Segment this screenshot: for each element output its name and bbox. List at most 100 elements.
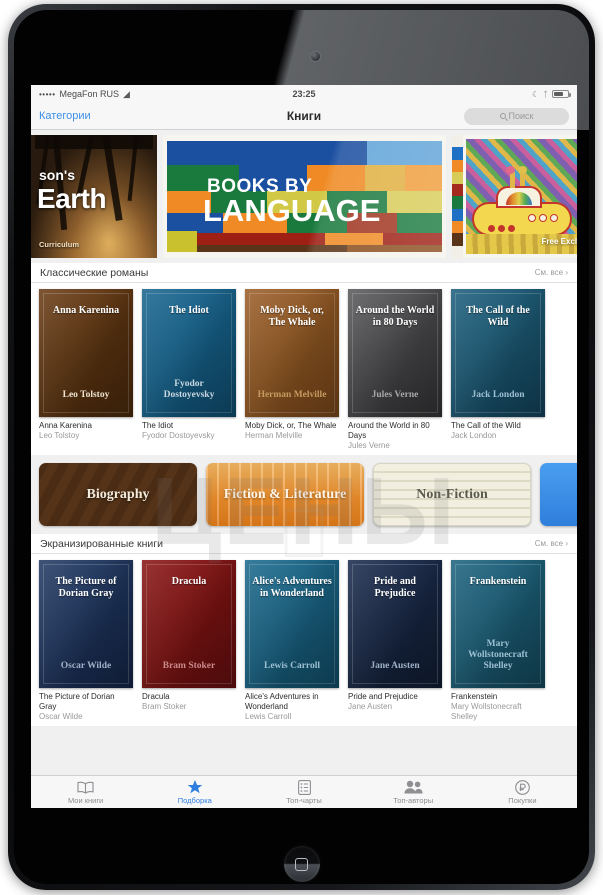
back-button-categories[interactable]: Категории — [39, 110, 91, 122]
open-book-icon — [77, 780, 94, 795]
section-film-adapted-books: Экранизированные книги См. все › The Pic… — [31, 534, 577, 726]
ruble-circle-icon — [515, 779, 530, 795]
home-button-square-icon — [295, 857, 308, 871]
book-author: Leo Tolstoy — [39, 431, 80, 440]
section-classic-novels: Классические романы См. все › Anna Karen… — [31, 263, 577, 455]
book-cover[interactable]: Alice's Adventures in Wonderland Lewis C… — [245, 560, 339, 688]
home-button[interactable] — [283, 846, 320, 882]
book-item[interactable]: Dracula Bram Stoker Dracula Bram Stoker — [142, 560, 236, 722]
cover-title: Around the World in 80 Days — [355, 305, 435, 328]
cover-author: Mary Wollstonecraft Shelley — [468, 639, 528, 672]
banner-submarine-frame: Free Exclu — [452, 135, 577, 258]
book-cover[interactable]: The Call of the Wild Jack London — [451, 289, 545, 417]
category-fiction-literature[interactable]: Fiction & Literature — [206, 463, 364, 526]
category-biography[interactable]: Biography — [39, 463, 197, 526]
banner-submarine-caption: Free Exclu — [541, 237, 577, 246]
category-non-fiction[interactable]: Non-Fiction — [373, 463, 531, 526]
book-item[interactable]: Pride and Prejudice Jane Austen Pride an… — [348, 560, 442, 722]
tab-label: Покупки — [508, 795, 537, 805]
book-title: Alice's Adventures in Wonderland — [245, 692, 319, 711]
book-item[interactable]: Alice's Adventures in Wonderland Lewis C… — [245, 560, 339, 722]
cover-author: Lewis Carroll — [263, 661, 321, 672]
book-author: Jack London — [451, 431, 497, 440]
book-author: Jules Verne — [348, 441, 390, 450]
cover-title: Moby Dick, or, The Whale — [260, 305, 324, 328]
see-all-link[interactable]: См. все › — [535, 268, 568, 277]
banner-books-by-language[interactable]: BOOKS BY LANGUAGE — [163, 135, 446, 258]
banner-earth-line3: Curriculum — [39, 240, 80, 249]
banner-earth-line1: son's — [39, 167, 76, 183]
book-cover[interactable]: Moby Dick, or, The Whale Herman Melville — [245, 289, 339, 417]
carrier-label: MegaFon RUS — [59, 89, 120, 99]
category-label: Biography — [86, 486, 150, 502]
cover-author: Oscar Wilde — [60, 661, 112, 672]
tab-bar[interactable]: Мои книги Подборка Топ-чарты Топ-авторы … — [31, 775, 577, 808]
section-title: Экранизированные книги — [40, 537, 163, 550]
clock-label: 23:25 — [292, 89, 316, 99]
book-cover[interactable]: Anna Karenina Leo Tolstoy — [39, 289, 133, 417]
book-cover[interactable]: The Idiot Fyodor Dostoyevsky — [142, 289, 236, 417]
cover-author: Fyodor Dostoyevsky — [163, 379, 215, 401]
category-banner-row[interactable]: Biography Fiction & Literature Non-Ficti… — [31, 455, 577, 534]
wifi-icon: ◢ — [123, 88, 130, 99]
status-bar-left: ••••• MegaFon RUS ◢ — [39, 89, 130, 100]
book-cover[interactable]: Dracula Bram Stoker — [142, 560, 236, 688]
cover-author: Bram Stoker — [162, 661, 216, 672]
book-title: Anna Karenina — [39, 421, 92, 430]
book-author: Oscar Wilde — [39, 712, 83, 721]
tab-purchases[interactable]: Покупки — [468, 776, 577, 808]
book-item[interactable]: Anna Karenina Leo Tolstoy Anna Karenina … — [39, 289, 133, 451]
featured-banner-carousel[interactable]: son's Earth Curriculum BOOKS BY LANGUAGE… — [31, 130, 577, 263]
section-title: Классические романы — [40, 266, 149, 279]
banner-yellow-submarine[interactable]: Free Exclu — [452, 135, 577, 258]
book-item[interactable]: Frankenstein Mary Wollstonecraft Shelley… — [451, 560, 545, 722]
tab-top-authors[interactable]: Топ-авторы — [359, 776, 468, 808]
search-input[interactable]: Поиск — [464, 107, 569, 125]
navigation-bar: Категории Книги Поиск — [31, 103, 577, 130]
banner-language-frame: BOOKS BY LANGUAGE — [163, 135, 446, 258]
content-scroll-area[interactable]: son's Earth Curriculum BOOKS BY LANGUAGE… — [31, 130, 577, 775]
book-title: Pride and Prejudice — [348, 692, 418, 701]
book-cover[interactable]: Pride and Prejudice Jane Austen — [348, 560, 442, 688]
book-title: Around the World in 80 Days — [348, 421, 430, 440]
book-item[interactable]: The Call of the Wild Jack London The Cal… — [451, 289, 545, 451]
people-icon — [404, 780, 423, 795]
category-label: Fiction & Literature — [223, 486, 347, 502]
section-header: Экранизированные книги См. все › — [31, 534, 577, 554]
bluetooth-icon: ᛏ — [543, 89, 548, 99]
cover-author: Jack London — [471, 390, 525, 401]
book-author: Mary Wollstonecraft Shelley — [451, 702, 522, 721]
section-header: Классические романы См. все › — [31, 263, 577, 283]
cover-title: The Idiot — [169, 305, 209, 316]
tab-top-charts[interactable]: Топ-чарты — [249, 776, 358, 808]
cover-title: The Call of the Wild — [466, 305, 530, 328]
cover-author: Jane Austen — [370, 661, 420, 672]
cover-title: Pride and Prejudice — [374, 576, 416, 599]
book-author: Lewis Carroll — [245, 712, 292, 721]
banner-submarine-artwork: Free Exclu — [466, 139, 577, 254]
book-cover[interactable]: The Picture of Dorian Gray Oscar Wilde — [39, 560, 133, 688]
book-item[interactable]: Moby Dick, or, The Whale Herman Melville… — [245, 289, 339, 451]
book-shelf[interactable]: The Picture of Dorian Gray Oscar Wilde T… — [31, 554, 577, 726]
book-author: Jane Austen — [348, 702, 393, 711]
tab-my-books[interactable]: Мои книги — [31, 776, 140, 808]
battery-icon — [552, 90, 571, 98]
banner-color-strip — [452, 135, 463, 258]
banner-earth[interactable]: son's Earth Curriculum — [31, 135, 157, 258]
book-item[interactable]: The Picture of Dorian Gray Oscar Wilde T… — [39, 560, 133, 722]
tab-label: Топ-авторы — [393, 795, 434, 805]
book-author: Fyodor Dostoyevsky — [142, 431, 215, 440]
banner-earth-line2: Earth — [37, 183, 107, 214]
see-all-link[interactable]: См. все › — [535, 539, 568, 548]
tab-featured[interactable]: Подборка — [140, 776, 249, 808]
book-shelf[interactable]: Anna Karenina Leo Tolstoy Anna Karenina … — [31, 283, 577, 455]
book-item[interactable]: Around the World in 80 Days Jules Verne … — [348, 289, 442, 451]
banner-language-artwork: BOOKS BY LANGUAGE — [167, 141, 442, 252]
book-cover[interactable]: Frankenstein Mary Wollstonecraft Shelley — [451, 560, 545, 688]
cover-title: Dracula — [171, 576, 207, 587]
book-cover[interactable]: Around the World in 80 Days Jules Verne — [348, 289, 442, 417]
star-icon — [187, 779, 203, 795]
page-title: Книги — [286, 109, 322, 123]
book-item[interactable]: The Idiot Fyodor Dostoyevsky The Idiot F… — [142, 289, 236, 451]
category-next-partial[interactable] — [540, 463, 577, 526]
